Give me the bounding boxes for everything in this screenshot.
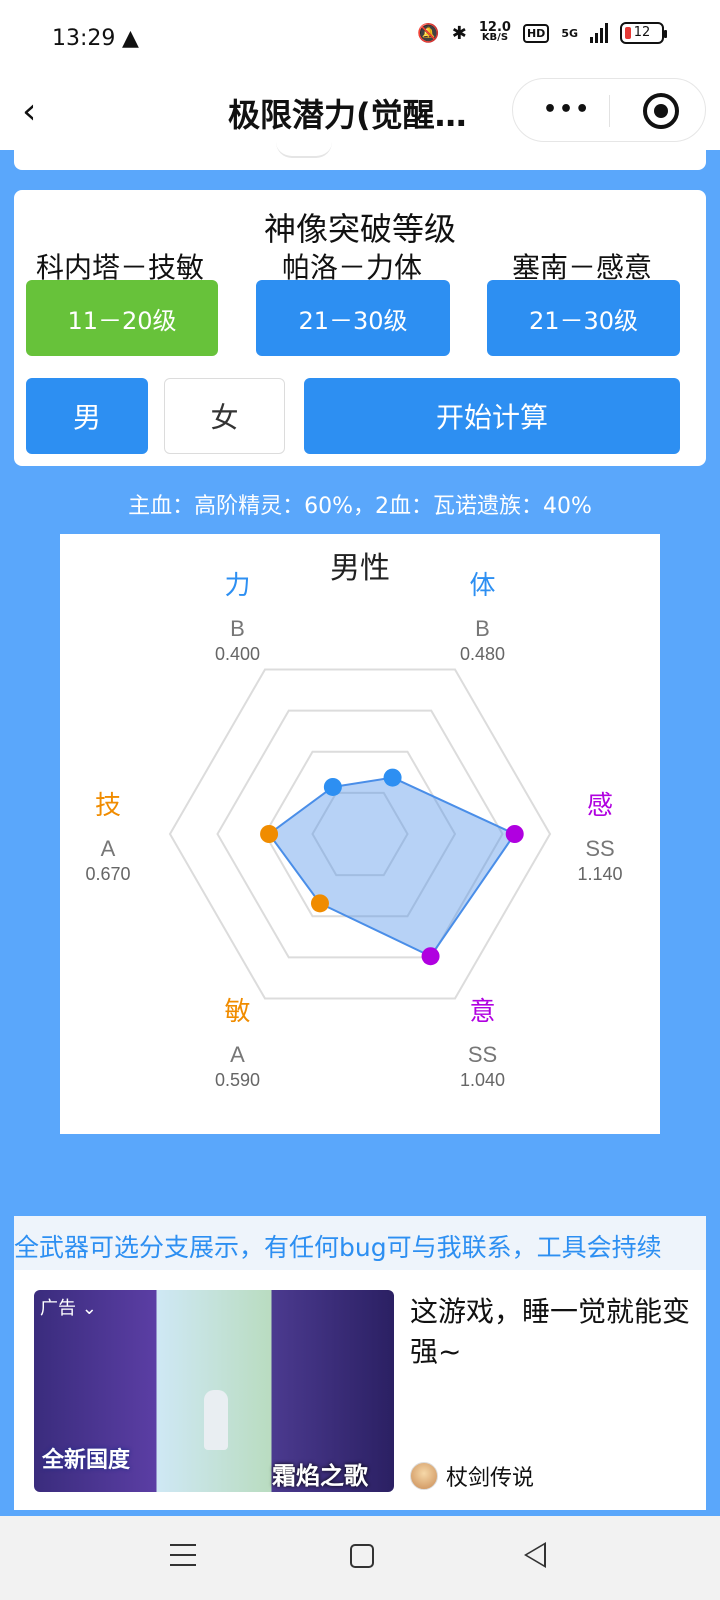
bluetooth-icon: ✱ (451, 22, 467, 44)
radar-axis-name: 体 (469, 570, 495, 600)
radar-point (260, 825, 279, 843)
config-card: 神像突破等级 科内塔－技敏 帕洛－力体 塞南－感意 11－20级 21－30级 … (14, 190, 706, 466)
signal-icon (590, 23, 608, 43)
radar-axis-grade: SS (585, 836, 614, 861)
net-speed: 12.0 KB/S (478, 20, 511, 43)
radar-axis-value: 1.140 (577, 864, 622, 884)
radar-axis-name: 意 (469, 996, 495, 1026)
ad-hero-figure (204, 1390, 228, 1450)
ad-image-title-right: 霜焰之歌 (272, 1462, 368, 1490)
ad-avatar (410, 1462, 438, 1490)
radar-chart: 男性 力 B 0.400 体 B 0.480 感 SS 1.140 意 SS 1.040 敏 A 0.590… (60, 534, 660, 1134)
warning-icon: ▲ (122, 26, 139, 51)
ad-headline[interactable]: 这游戏，睡一觉就能变强~ (410, 1292, 690, 1372)
radar-axis-value: 0.590 (215, 1070, 260, 1090)
radar-point (421, 947, 440, 966)
radar-axis-grade: B (475, 616, 490, 641)
ad-card[interactable]: 广告 ⌄ 全新国度 霜焰之歌 这游戏，睡一觉就能变强~ 杖剑传说 (14, 1270, 706, 1510)
ad-source[interactable]: 杖剑传说 (410, 1460, 534, 1492)
ad-tag[interactable]: 广告 ⌄ (40, 1294, 97, 1320)
level-button-konata[interactable]: 11－20级 (26, 280, 218, 356)
previous-card-edge (14, 150, 706, 170)
level-button-palo[interactable]: 21－30级 (256, 280, 450, 356)
radar-axis-grade: A (230, 1042, 245, 1067)
page-title: 极限潜力(觉醒… (228, 96, 467, 134)
radar-axis-value: 0.480 (460, 644, 505, 664)
radar-axis-name: 技 (95, 790, 121, 820)
menu-icon[interactable] (170, 1544, 196, 1568)
radar-point (310, 894, 329, 913)
network-type: 5G (561, 26, 578, 40)
radar-axis-value: 1.040 (460, 1070, 505, 1090)
capsule-divider (609, 95, 610, 127)
hd-badge: HD (522, 23, 550, 43)
back-triangle-icon[interactable] (524, 1542, 546, 1568)
miniprogram-capsule: ••• (512, 78, 706, 142)
radar-axis-grade: A (101, 836, 116, 861)
config-heading: 神像突破等级 (263, 210, 456, 248)
radar-svg: 男性 力B0.400体B0.480感SS1.140意SS1.040敏A0.590… (85, 552, 622, 1090)
back-chevron-icon[interactable]: ‹ (22, 94, 36, 130)
close-target-icon[interactable] (643, 93, 679, 129)
marquee-text: 全武器可选分支展示，有任何bug可与我联系，工具会持续 (14, 1233, 662, 1262)
radar-axis-value: 0.670 (85, 864, 130, 884)
scroll-knob (276, 142, 332, 158)
clock: 13:29 (52, 26, 116, 51)
radar-point (383, 768, 402, 787)
mute-icon: 🔕 (417, 22, 440, 44)
female-button[interactable]: 女 (164, 378, 285, 454)
start-calc-button[interactable]: 开始计算 (304, 378, 680, 454)
radar-axis-name: 力 (224, 570, 250, 600)
radar-axis-name: 感 (587, 790, 613, 820)
ad-source-name: 杖剑传说 (446, 1466, 535, 1491)
home-icon[interactable] (350, 1544, 374, 1568)
notice-marquee: 全武器可选分支展示，有任何bug可与我联系，工具会持续 (14, 1216, 706, 1270)
level-button-sainan[interactable]: 21－30级 (487, 280, 680, 356)
radar-point (323, 777, 342, 796)
more-icon[interactable]: ••• (543, 97, 591, 122)
ad-image-title-left: 全新国度 (42, 1448, 131, 1473)
system-nav-bar (0, 1516, 720, 1600)
radar-point (505, 825, 524, 843)
male-button[interactable]: 男 (26, 378, 148, 454)
radar-axis-grade: SS (468, 1042, 497, 1067)
radar-axis-grade: B (230, 616, 245, 641)
status-bar: 13:29 ▲ 🔕 ✱ 12.0 KB/S HD 5G 12 (0, 0, 720, 80)
radar-axis-value: 0.400 (215, 644, 260, 664)
radar-area (267, 776, 517, 958)
radar-axis-name: 敏 (224, 996, 250, 1026)
battery-icon: 12 (620, 22, 667, 44)
chart-title: 男性 (330, 552, 390, 585)
ad-image[interactable]: 广告 ⌄ 全新国度 霜焰之歌 (34, 1290, 394, 1492)
bloodline-text: 主血：高阶精灵：60%，2血：瓦诺遗族：40% (128, 494, 592, 519)
